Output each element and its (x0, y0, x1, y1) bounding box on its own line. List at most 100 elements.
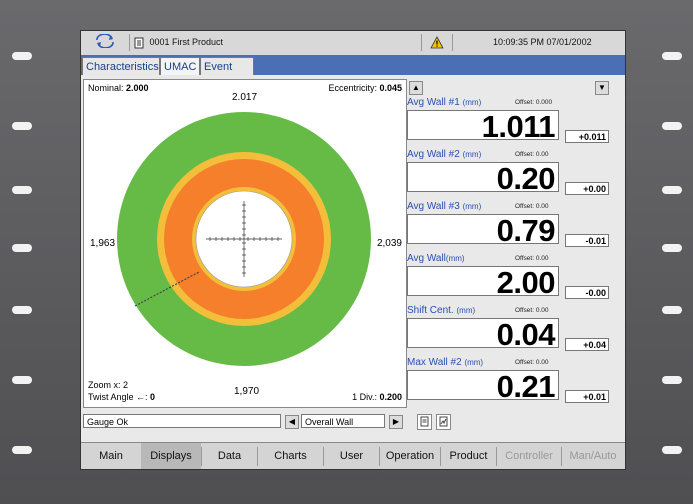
product-info[interactable]: 0001 First Product (129, 34, 424, 51)
nav-operation[interactable]: Operation (380, 443, 440, 469)
rack-hole (12, 376, 32, 384)
refresh-button[interactable] (89, 33, 121, 51)
tab-event-log[interactable]: Event Log (200, 57, 254, 91)
measurement-label: Avg Wall #2 (mm) (407, 149, 481, 160)
measurement-panel: ▲ ▼ Avg Wall #1 (mm) Offset: 0.000 1.011… (407, 79, 625, 406)
prev-view-button[interactable]: ◀ (285, 415, 299, 429)
refresh-icon (96, 33, 114, 49)
tab-bar: Characteristics UMAC Event Log (81, 55, 625, 91)
measurement-delta: -0.00 (565, 286, 609, 299)
measurement-value[interactable]: 0.79 (407, 214, 559, 246)
rack-hole (662, 446, 682, 454)
measurement-offset: Offset: 0.00 (515, 151, 549, 158)
zoom-label: Zoom x: (88, 380, 121, 390)
arrow-right-icon: ▶ (392, 417, 400, 426)
nav-controller[interactable]: Controller (497, 443, 561, 469)
arrow-left-icon: ◀ (288, 417, 296, 426)
nominal-readout: Nominal: 2.000 (88, 83, 149, 93)
measurement-value[interactable]: 2.00 (407, 266, 559, 298)
measurement-unit: (mm) (464, 358, 484, 367)
measurement-label: Avg Wall(mm) (407, 253, 465, 264)
measurement-value[interactable]: 1.011 (407, 110, 559, 142)
rack-hole (12, 186, 32, 194)
measurement-offset: Offset: 0.000 (515, 99, 553, 106)
rack-hole (12, 122, 32, 130)
rack-hole (662, 376, 682, 384)
twist-value: 0 (150, 392, 156, 402)
division-label: 1 Div.: (352, 392, 377, 402)
measurement-name: Avg Wall #1 (407, 97, 460, 108)
measurement-label: Max Wall #2 (mm) (407, 357, 483, 368)
measurement-unit: (mm) (445, 254, 465, 263)
eccentricity-label: Eccentricity: (328, 83, 377, 93)
twist-readout: Twist Angle ←: 0 (88, 392, 155, 402)
notes-button[interactable] (417, 414, 432, 430)
bottom-nav: Main Displays Data Charts User Operation… (81, 442, 625, 469)
nominal-value: 2.000 (126, 83, 149, 93)
warning-icon (430, 36, 444, 49)
view-select[interactable]: Overall Wall (301, 414, 385, 428)
measurement-name: Max Wall #2 (407, 357, 462, 368)
measurement-label: Shift Cent. (mm) (407, 305, 475, 316)
rack-hole (662, 306, 682, 314)
nominal-label: Nominal: (88, 83, 124, 93)
wall-thickness-ring (117, 112, 371, 366)
wall-gauge-panel: Nominal: 2.000 Eccentricity: 0.045 2.017… (83, 79, 407, 408)
measurement-unit: (mm) (462, 150, 482, 159)
measurement-delta: +0.04 (565, 338, 609, 351)
nav-displays[interactable]: Displays (141, 443, 201, 469)
tab-umac[interactable]: UMAC (160, 57, 200, 75)
hmi-screen: 0001 First Product 10:09:35 PM 07/01/200… (80, 30, 626, 470)
nav-user[interactable]: User (324, 443, 379, 469)
measurement-delta: +0.00 (565, 182, 609, 195)
scroll-down-button[interactable]: ▼ (595, 81, 609, 95)
rack-hole (662, 244, 682, 252)
rack-hole (12, 446, 32, 454)
title-bar: 0001 First Product 10:09:35 PM 07/01/200… (81, 31, 625, 56)
clock: 10:09:35 PM 07/01/2002 (493, 37, 592, 47)
rack-hole (662, 186, 682, 194)
print-button[interactable] (436, 414, 451, 430)
tab-characteristics[interactable]: Characteristics (82, 57, 160, 75)
rack-hole (12, 52, 32, 60)
product-name: 0001 First Product (149, 37, 224, 47)
measurement-offset: Offset: 0.00 (515, 203, 549, 210)
zoom-readout: Zoom x: 2 (88, 380, 128, 390)
notes-icon (420, 416, 429, 427)
division-readout: 1 Div.: 0.200 (352, 392, 402, 402)
warning-button[interactable] (421, 34, 453, 51)
nav-charts[interactable]: Charts (258, 443, 323, 469)
rack-hole (662, 52, 682, 60)
rack-hole (662, 122, 682, 130)
measurement-name: Avg Wall #3 (407, 201, 460, 212)
twist-label: Twist Angle ←: (88, 392, 148, 402)
document-icon (134, 37, 144, 49)
status-row: Gauge Ok ◀ Overall Wall ▶ (83, 414, 623, 430)
rack-hole (12, 244, 32, 252)
scroll-up-button[interactable]: ▲ (409, 81, 423, 95)
measurement-name: Avg Wall #2 (407, 149, 460, 160)
measurement-offset: Offset: 0.00 (515, 255, 549, 262)
eccentricity-readout: Eccentricity: 0.045 (328, 83, 402, 93)
measurement-delta: +0.01 (565, 390, 609, 403)
rack-hole (12, 306, 32, 314)
measurement-value[interactable]: 0.21 (407, 370, 559, 402)
nav-main[interactable]: Main (81, 443, 141, 469)
nav-man-auto[interactable]: Man/Auto (562, 443, 624, 469)
measurement-unit: (mm) (462, 98, 482, 107)
measurement-unit: (mm) (456, 306, 476, 315)
nav-data[interactable]: Data (202, 443, 257, 469)
division-value: 0.200 (379, 392, 402, 402)
measurement-delta: -0.01 (565, 234, 609, 247)
next-view-button[interactable]: ▶ (389, 415, 403, 429)
arrow-up-icon: ▲ (412, 83, 420, 92)
nav-product[interactable]: Product (441, 443, 496, 469)
measurement-unit: (mm) (462, 202, 482, 211)
measurement-delta: +0.011 (565, 130, 609, 143)
arrow-down-icon: ▼ (598, 83, 606, 92)
measurement-value[interactable]: 0.04 (407, 318, 559, 350)
measurement-value[interactable]: 0.20 (407, 162, 559, 194)
chart-icon (439, 416, 448, 427)
measurement-offset: Offset: 0.00 (515, 307, 549, 314)
measurement-name: Avg Wall (407, 253, 446, 264)
